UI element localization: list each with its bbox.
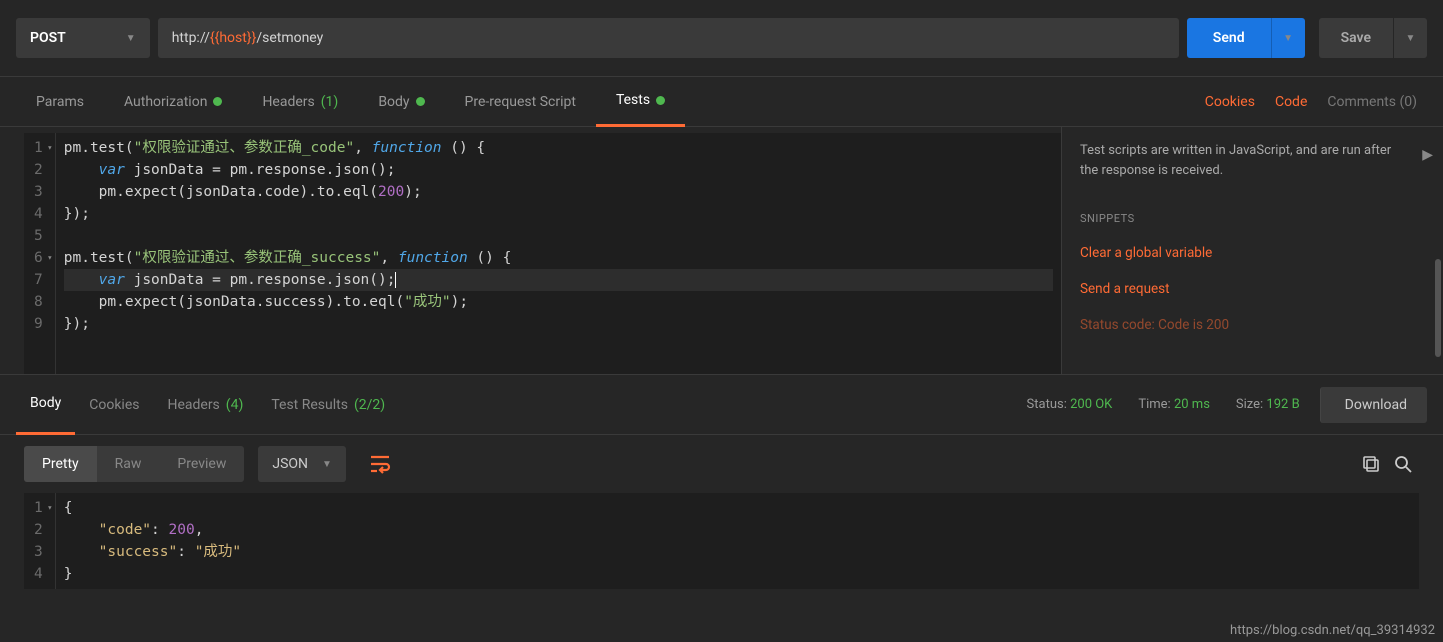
code-body[interactable]: pm.test("权限验证通过、参数正确_code", function () … <box>56 133 1061 374</box>
active-dot-icon <box>656 96 665 105</box>
search-icon[interactable] <box>1387 448 1419 480</box>
watermark: https://blog.csdn.net/qq_39314932 <box>1230 623 1435 638</box>
format-value: JSON <box>272 456 308 472</box>
cookies-link[interactable]: Cookies <box>1195 94 1265 110</box>
scrollbar-thumb[interactable] <box>1435 259 1441 357</box>
status-value: 200 OK <box>1070 397 1112 412</box>
active-dot-icon <box>416 97 425 106</box>
tab-headers[interactable]: Headers (1) <box>242 77 358 127</box>
size-label: Size: <box>1236 397 1263 412</box>
caret-down-icon: ▼ <box>1406 33 1416 44</box>
tab-authorization[interactable]: Authorization <box>104 77 242 127</box>
code-body[interactable]: { "code": 200, "success": "成功" } <box>56 493 1419 589</box>
status-label: Status: <box>1027 397 1067 412</box>
snippet-link[interactable]: Send a request <box>1080 281 1425 297</box>
url-input[interactable]: http://{{host}}/setmoney <box>158 18 1179 58</box>
caret-down-icon: ▼ <box>322 459 332 470</box>
url-variable: {{host}} <box>210 30 256 46</box>
url-suffix: /setmoney <box>256 30 323 46</box>
format-select[interactable]: JSON ▼ <box>258 446 346 482</box>
response-json-editor[interactable]: 1 2 3 4 { "code": 200, "success": "成功" } <box>24 493 1419 589</box>
wrap-lines-icon[interactable] <box>360 445 400 483</box>
method-select[interactable]: POST ▼ <box>16 18 150 58</box>
send-options-button[interactable]: ▼ <box>1271 18 1305 58</box>
size-value: 192 B <box>1266 397 1299 412</box>
response-tab-cookies[interactable]: Cookies <box>75 375 153 435</box>
tab-prerequest[interactable]: Pre-request Script <box>445 77 596 127</box>
response-tab-headers[interactable]: Headers (4) <box>153 375 257 435</box>
caret-down-icon: ▼ <box>1283 33 1293 44</box>
time-label: Time: <box>1138 397 1170 412</box>
view-preview[interactable]: Preview <box>159 446 244 482</box>
active-dot-icon <box>213 97 222 106</box>
url-prefix: http:// <box>172 30 210 46</box>
save-options-button[interactable]: ▼ <box>1393 18 1427 58</box>
time-value: 20 ms <box>1174 397 1210 412</box>
line-gutter: 1 2 3 4 5 6 7 8 9 <box>24 133 56 374</box>
response-tab-testresults[interactable]: Test Results (2/2) <box>257 375 399 435</box>
tests-code-editor[interactable]: 1 2 3 4 5 6 7 8 9 pm.test("权限验证通过、参数正确_c… <box>24 133 1061 374</box>
code-link[interactable]: Code <box>1265 94 1317 110</box>
caret-down-icon: ▼ <box>126 33 136 44</box>
tab-body[interactable]: Body <box>358 77 444 127</box>
snippets-panel: Test scripts are written in JavaScript, … <box>1061 127 1443 374</box>
response-view-bar: Pretty Raw Preview JSON ▼ <box>0 435 1443 493</box>
tab-tests[interactable]: Tests <box>596 77 685 127</box>
view-pretty[interactable]: Pretty <box>24 446 97 482</box>
snippets-description: Test scripts are written in JavaScript, … <box>1080 141 1425 180</box>
snippets-heading: SNIPPETS <box>1080 212 1425 225</box>
copy-icon[interactable] <box>1355 448 1387 480</box>
tab-params[interactable]: Params <box>16 77 104 127</box>
response-meta: Status: 200 OK Time: 20 ms Size: 192 B <box>1027 397 1300 412</box>
response-tab-body[interactable]: Body <box>16 375 75 435</box>
response-tabs: Body Cookies Headers (4) Test Results (2… <box>0 375 1443 435</box>
line-gutter: 1 2 3 4 <box>24 493 56 589</box>
snippet-link[interactable]: Clear a global variable <box>1080 245 1425 261</box>
comments-link[interactable]: Comments (0) <box>1317 94 1427 110</box>
download-button[interactable]: Download <box>1320 387 1427 423</box>
view-raw[interactable]: Raw <box>97 446 160 482</box>
send-button[interactable]: Send <box>1187 18 1271 58</box>
method-value: POST <box>30 30 66 46</box>
chevron-right-icon[interactable]: ▶ <box>1422 147 1433 163</box>
request-tabs: Params Authorization Headers (1) Body Pr… <box>0 77 1443 127</box>
snippet-link[interactable]: Status code: Code is 200 <box>1080 317 1425 333</box>
save-button[interactable]: Save <box>1319 18 1393 58</box>
view-mode-group: Pretty Raw Preview <box>24 446 244 482</box>
